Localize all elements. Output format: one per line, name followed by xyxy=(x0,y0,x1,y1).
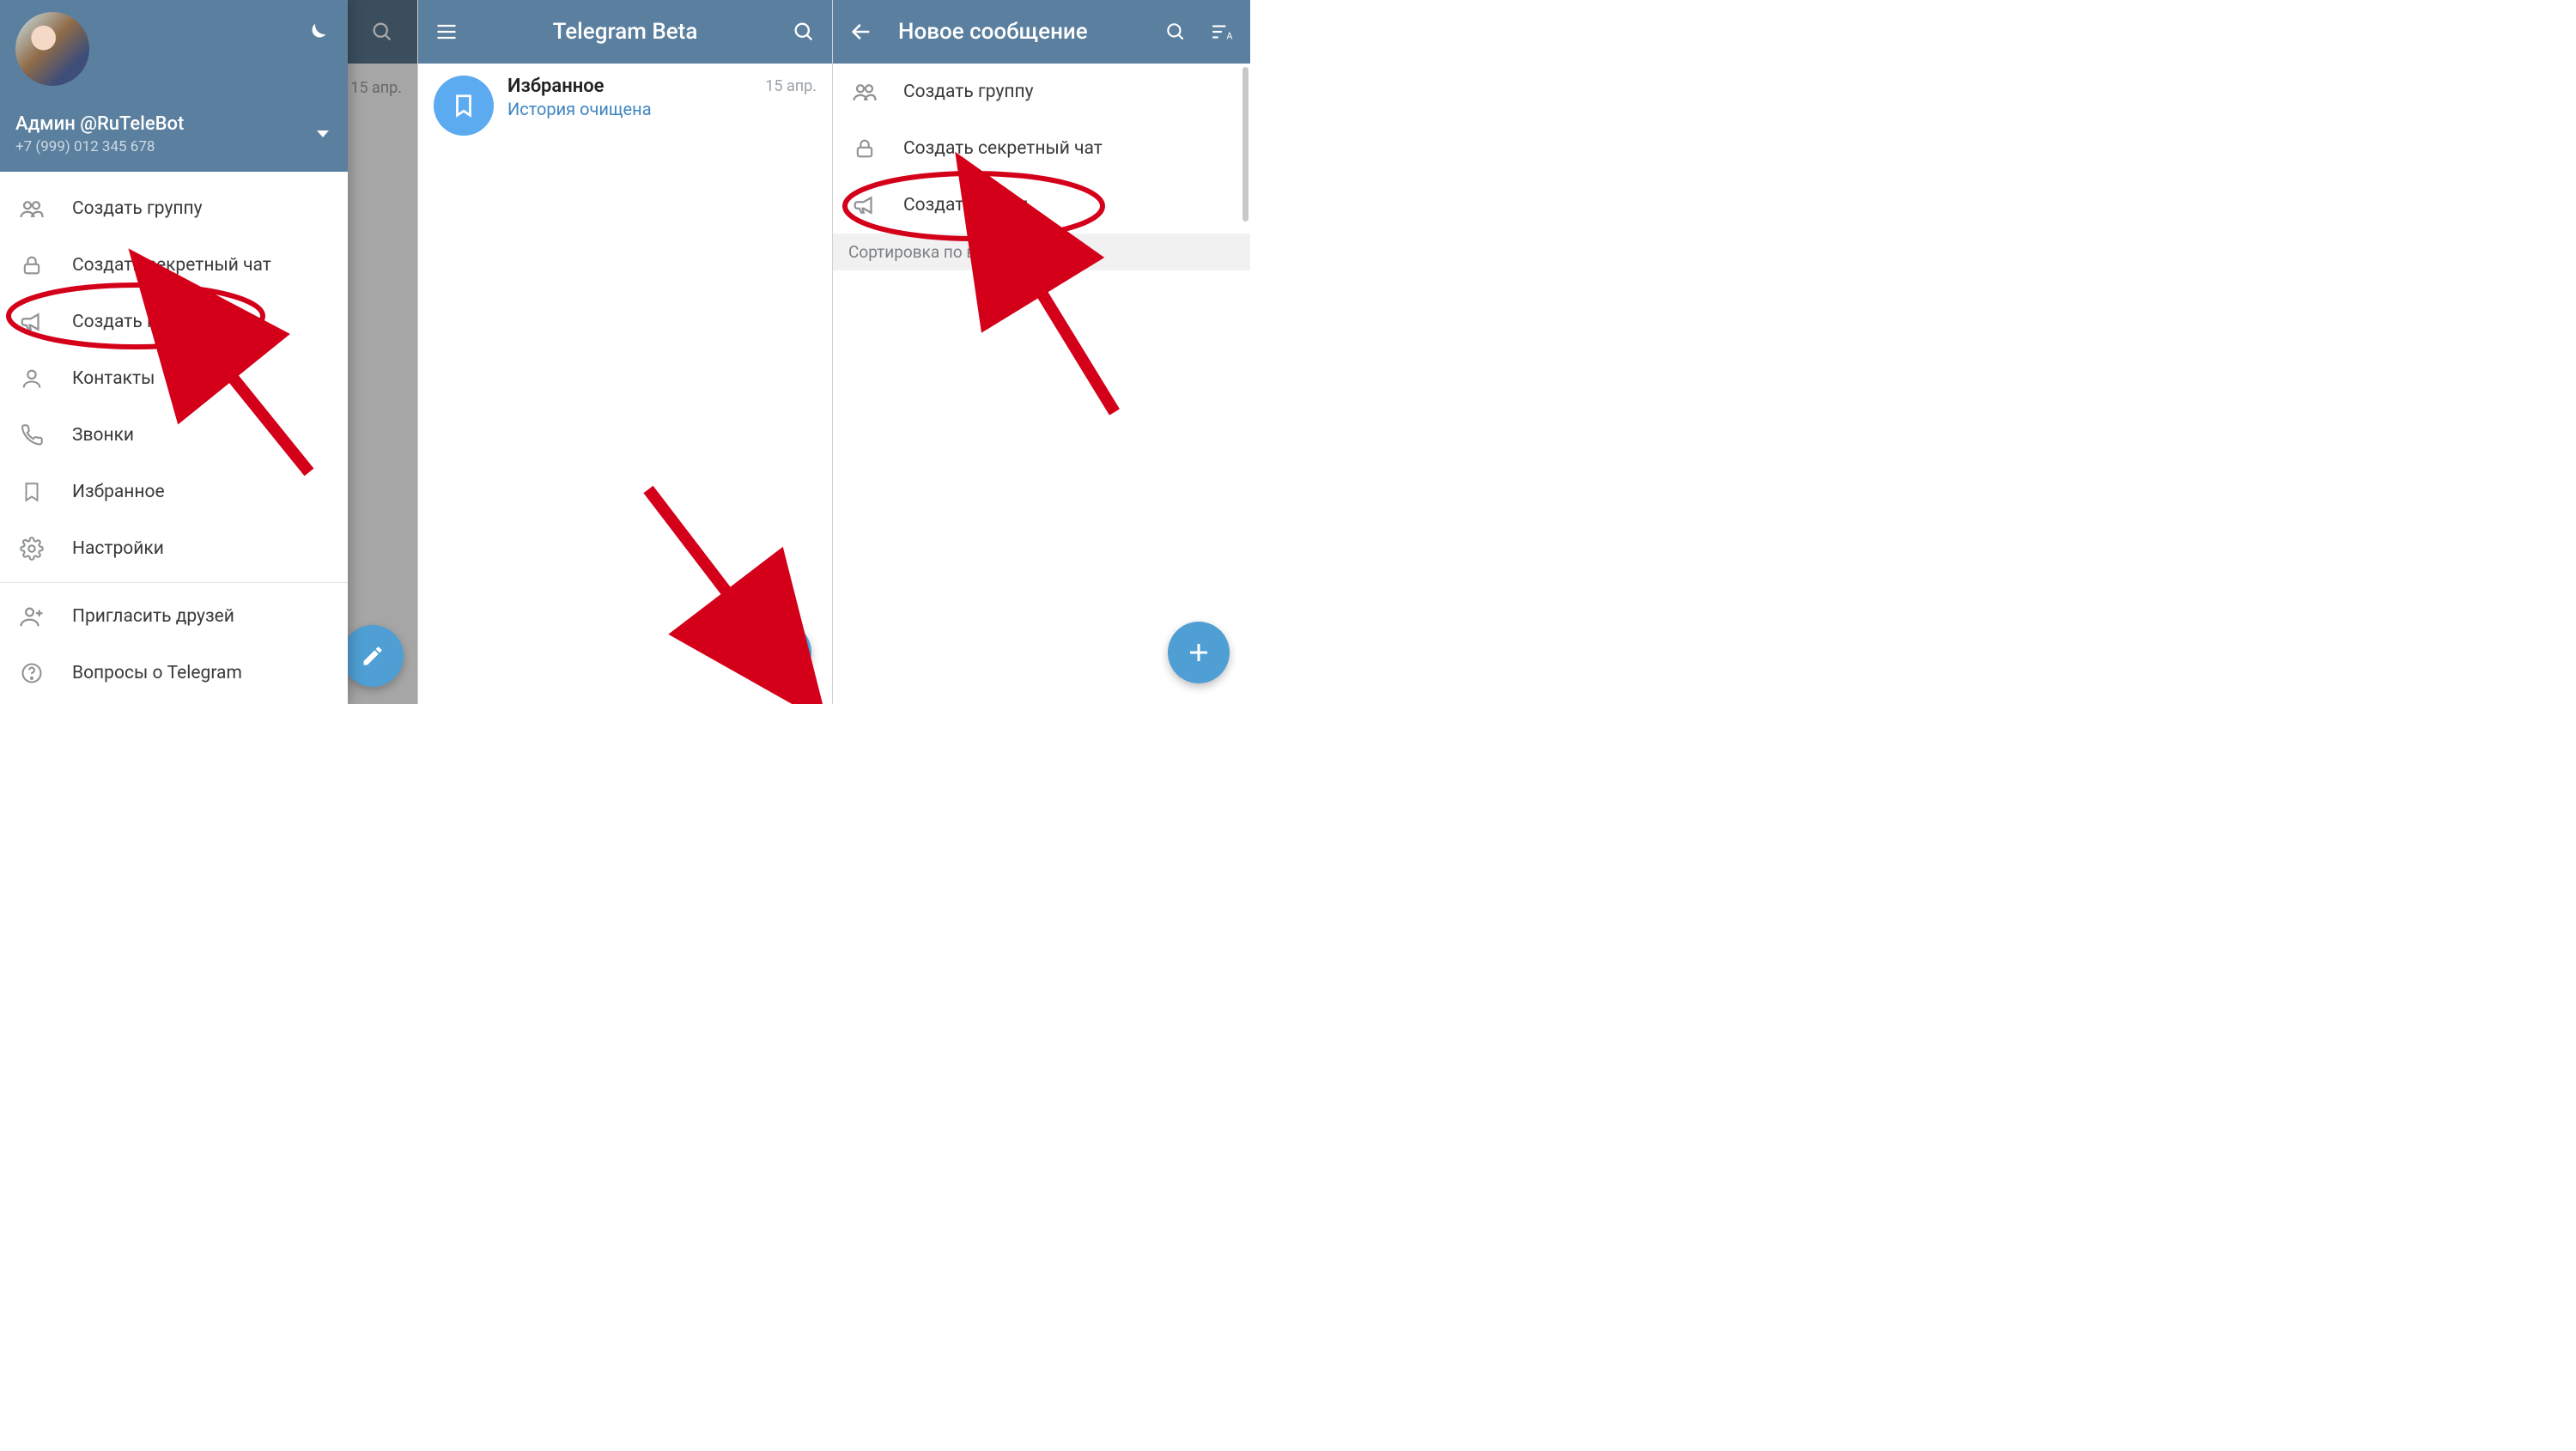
chat-row-saved-messages[interactable]: Избранное История очищена 15 апр. xyxy=(418,64,832,148)
menu-item-settings[interactable]: Настройки xyxy=(0,520,348,577)
chat-title: Избранное xyxy=(507,76,751,97)
menu-item-label: Создать группу xyxy=(72,198,203,219)
compose-fab[interactable] xyxy=(342,625,404,687)
avatar[interactable] xyxy=(15,12,89,86)
menu-item-label: Контакты xyxy=(72,368,155,389)
add-fab[interactable] xyxy=(1168,622,1230,683)
account-phone: +7 (999) 012 345 678 xyxy=(15,138,332,155)
bookmark-icon xyxy=(434,76,494,136)
menu-item-new-secret-chat[interactable]: Создать секретный чат xyxy=(0,237,348,294)
megaphone-icon xyxy=(852,192,878,218)
create-channel[interactable]: Создать канал xyxy=(833,177,1250,234)
create-options-list: Создать группу Создать секретный чат Соз… xyxy=(833,64,1250,234)
menu-item-new-channel[interactable]: Создать канал xyxy=(0,294,348,350)
toolbar-title: Telegram Beta xyxy=(478,19,772,45)
bookmark-icon xyxy=(19,479,45,505)
menu-item-label: Избранное xyxy=(72,482,165,502)
lock-icon xyxy=(19,252,45,278)
create-item-label: Создать группу xyxy=(903,82,1034,102)
night-mode-icon[interactable] xyxy=(303,21,329,46)
menu-item-label: Пригласить друзей xyxy=(72,606,234,627)
drawer-menu: Создать группу Создать секретный чат Соз… xyxy=(0,172,348,704)
menu-item-label: Создать канал xyxy=(72,312,197,332)
invite-icon xyxy=(19,604,45,629)
compose-fab[interactable] xyxy=(750,622,811,683)
create-group[interactable]: Создать группу xyxy=(833,64,1250,120)
svg-text:A: A xyxy=(1226,31,1232,42)
help-icon xyxy=(19,660,45,686)
menu-item-new-group[interactable]: Создать группу xyxy=(0,180,348,237)
megaphone-icon xyxy=(19,309,45,335)
menu-item-label: Звонки xyxy=(72,425,134,446)
settings-icon xyxy=(19,536,45,562)
contacts-icon xyxy=(19,366,45,392)
toolbar-title: Новое сообщение xyxy=(893,19,1144,45)
menu-item-invite[interactable]: Пригласить друзей xyxy=(0,588,348,645)
create-secret-chat[interactable]: Создать секретный чат xyxy=(833,120,1250,177)
hamburger-icon[interactable] xyxy=(432,17,461,46)
toolbar: Новое сообщение A xyxy=(833,0,1250,64)
create-item-label: Создать канал xyxy=(903,195,1028,216)
menu-item-label: Создать секретный чат xyxy=(72,255,271,276)
chat-list: Избранное История очищена 15 апр. xyxy=(418,64,832,704)
drawer-header: Админ @RuTeleBot +7 (999) 012 345 678 xyxy=(0,0,348,172)
chat-date: 15 апр. xyxy=(765,77,817,95)
navigation-drawer: Админ @RuTeleBot +7 (999) 012 345 678 Со… xyxy=(0,0,348,704)
menu-item-help[interactable]: Вопросы о Telegram xyxy=(0,645,348,701)
chat-subtitle: История очищена xyxy=(507,99,751,119)
screen-new-message: Новое сообщение A Создать группу Создать… xyxy=(833,0,1250,704)
menu-item-label: Настройки xyxy=(72,538,164,559)
group-icon xyxy=(852,79,878,105)
search-icon[interactable] xyxy=(1161,17,1190,46)
lock-icon xyxy=(852,136,878,161)
menu-item-label: Вопросы о Telegram xyxy=(72,663,242,683)
group-icon xyxy=(19,196,45,222)
menu-item-calls[interactable]: Звонки xyxy=(0,407,348,464)
chevron-down-icon[interactable] xyxy=(317,131,329,137)
menu-divider xyxy=(0,582,348,583)
sort-icon[interactable]: A xyxy=(1207,17,1236,46)
menu-item-saved[interactable]: Избранное xyxy=(0,464,348,520)
toolbar: Telegram Beta xyxy=(418,0,832,64)
menu-item-contacts[interactable]: Контакты xyxy=(0,350,348,407)
account-name: Админ @RuTeleBot xyxy=(15,113,332,135)
scrollbar[interactable] xyxy=(1242,67,1249,222)
back-icon[interactable] xyxy=(847,17,876,46)
phone-icon xyxy=(19,422,45,448)
create-item-label: Создать секретный чат xyxy=(903,138,1103,159)
screen-chat-list: Telegram Beta Избранное История очищена … xyxy=(417,0,833,704)
screen-drawer-open: 15 апр. Админ @RuTeleBot +7 (999) 012 34… xyxy=(0,0,417,704)
search-icon[interactable] xyxy=(789,17,818,46)
chat-row-body: Избранное История очищена xyxy=(507,76,751,119)
sort-section-header: Сортировка по времени входа xyxy=(833,234,1250,270)
